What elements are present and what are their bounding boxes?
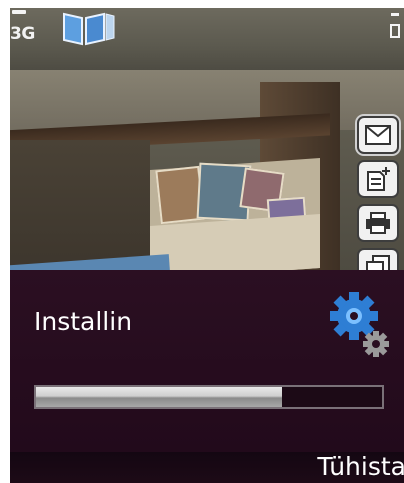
signal-icon: [12, 10, 26, 14]
camera-photo: [10, 70, 404, 280]
cancel-softkey[interactable]: Tühista: [317, 452, 404, 481]
phone-screen: 3G Installin Tühista: [10, 8, 404, 483]
status-bar: 3G: [10, 8, 404, 70]
app-icon: [63, 12, 115, 46]
softkey-bar: Tühista: [10, 452, 404, 483]
print-button[interactable]: [359, 206, 397, 240]
progress-fill: [36, 387, 282, 407]
document-add-icon: [367, 167, 390, 191]
active-toolbar: [357, 108, 401, 284]
install-progress-dialog: Installin: [10, 270, 404, 452]
network-indicator: 3G: [10, 24, 35, 44]
gear-icon: [330, 292, 389, 357]
send-mail-button[interactable]: [359, 118, 397, 152]
add-document-button[interactable]: [359, 162, 397, 196]
battery-icon: [390, 13, 400, 38]
dialog-message: Installin: [34, 307, 133, 336]
mail-icon: [365, 125, 391, 145]
install-progress-bar: [34, 385, 384, 409]
print-icon: [366, 212, 390, 234]
